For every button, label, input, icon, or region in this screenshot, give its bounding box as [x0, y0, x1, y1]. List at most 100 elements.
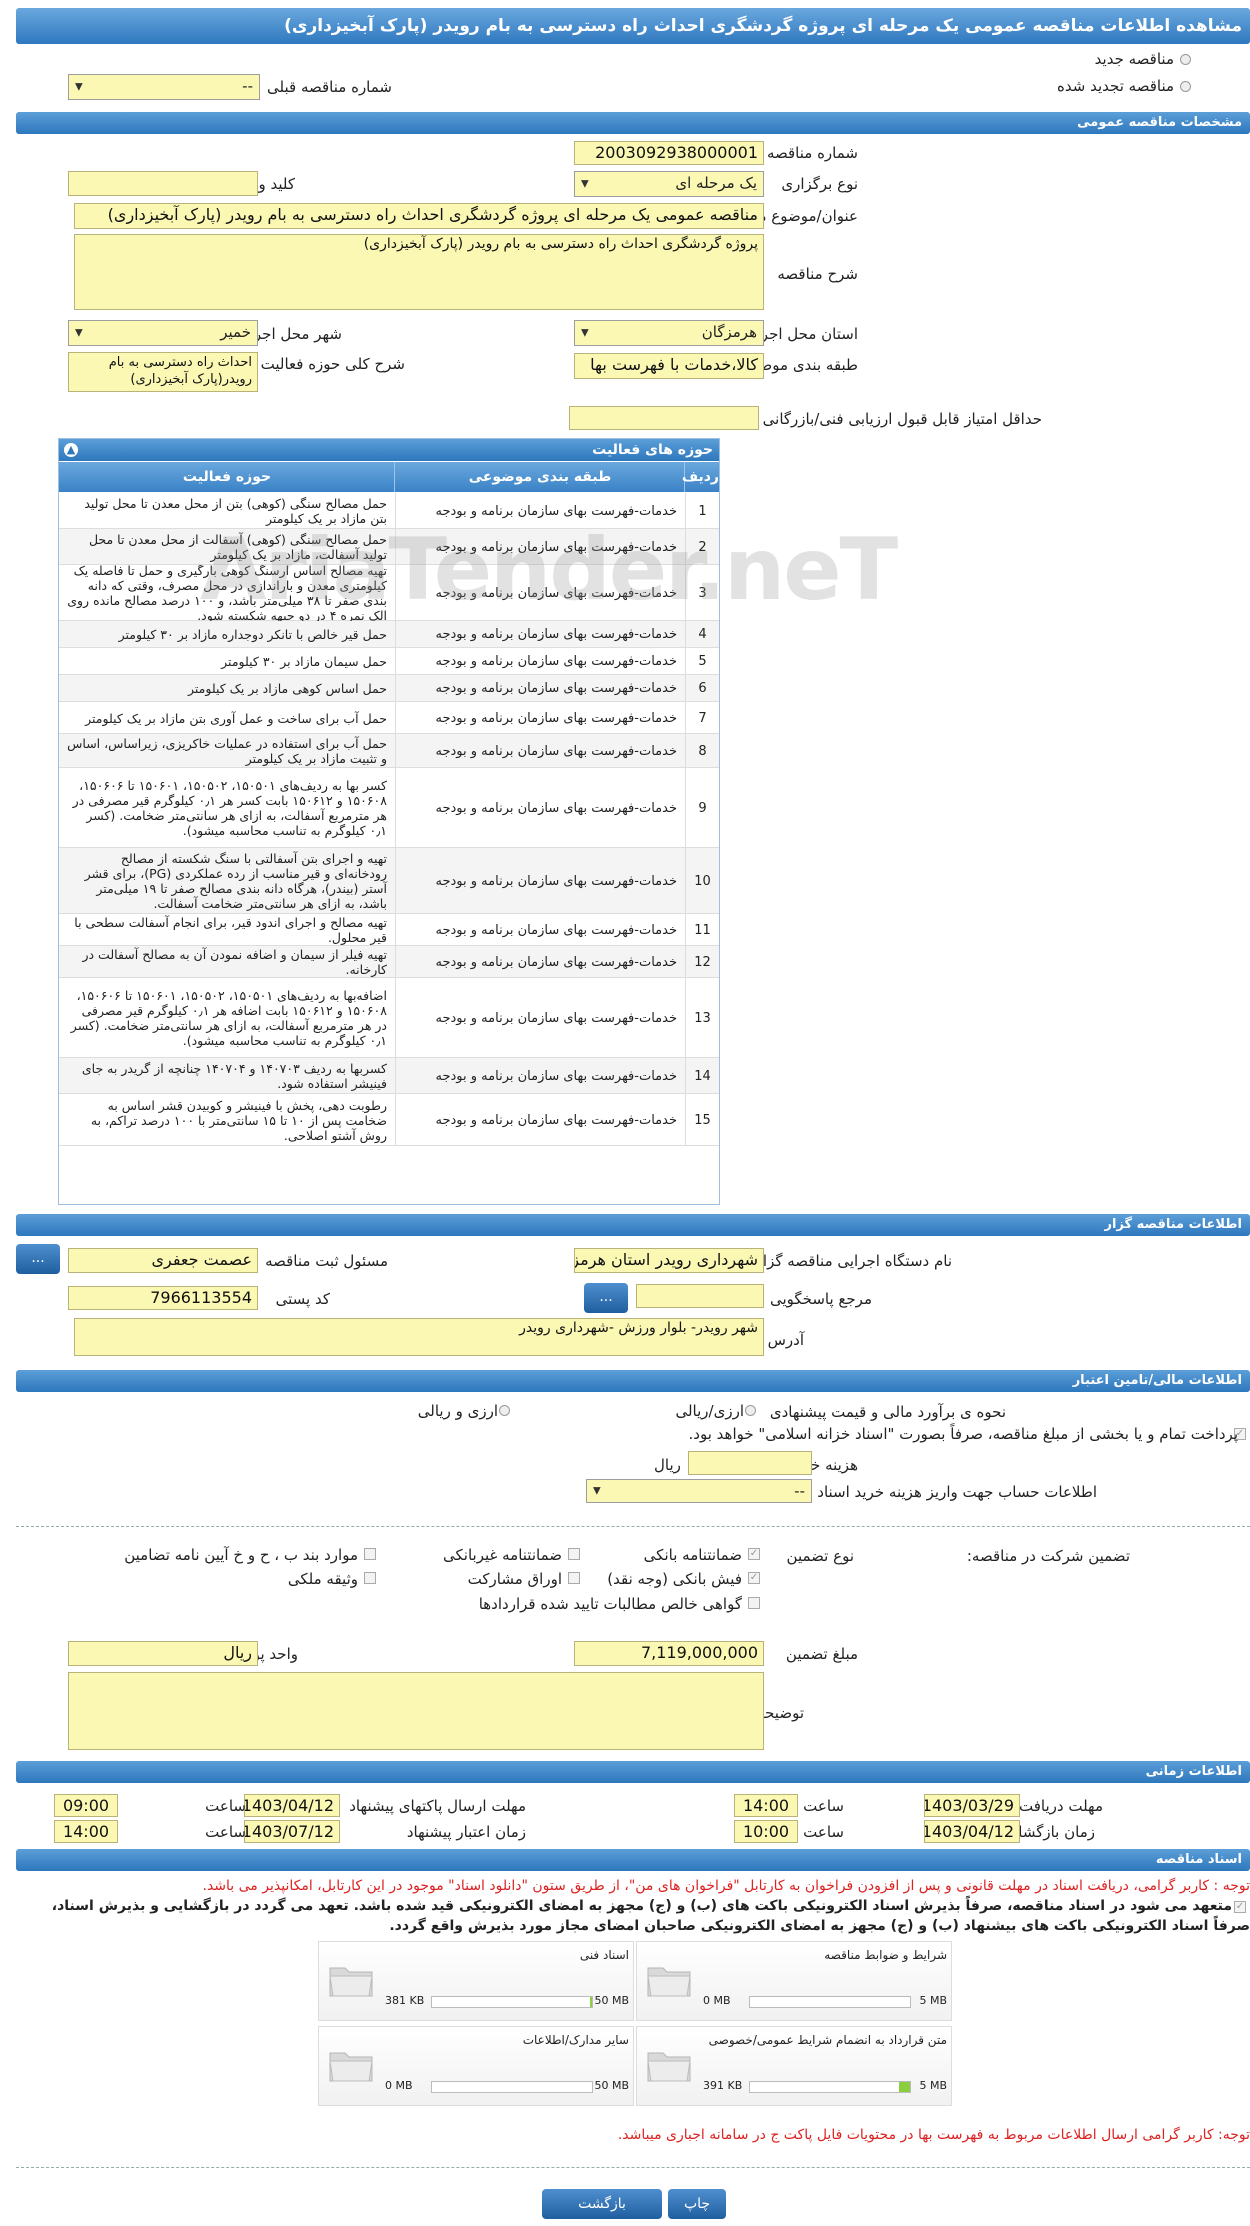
back-button[interactable]: بازگشت — [542, 2189, 662, 2219]
activities-title: حوزه های فعالیت — [59, 439, 719, 461]
print-button[interactable]: چاپ — [668, 2189, 726, 2219]
opening-time[interactable]: 10:00 — [734, 1820, 798, 1843]
document-progress — [431, 2081, 593, 2093]
bank-guarantee-checkbox[interactable]: ✓ — [748, 1548, 760, 1560]
subject-field[interactable]: مناقصه عمومی یک مرحله ای پروژه گردشگری ا… — [74, 203, 764, 229]
guarantee-amount-field[interactable]: 7,119,000,000 — [574, 1641, 764, 1666]
document-name: سایر مدارک/اطلاعات — [522, 2033, 629, 2047]
bank-receipt-checkbox[interactable]: ✓ — [748, 1572, 760, 1584]
category-field[interactable]: کالا،خدمات با فهرست بها — [574, 353, 764, 379]
document-used-size: 0 MB — [703, 1994, 731, 2007]
row-category: خدمات-فهرست بهای سازمان برنامه و بودجه — [395, 768, 685, 848]
doc-deadline-time-label: ساعت — [803, 1797, 844, 1815]
clause-label: موارد بند ب ، ح و خ آیین نامه تضامین — [124, 1546, 358, 1564]
row-activity: حمل آب برای ساخت و عمل آوری بتن مازاد بر… — [85, 710, 387, 726]
tender-number-field[interactable]: 2003092938000001 — [574, 141, 764, 165]
organizer-section-header: اطلاعات مناقصه گزار — [16, 1214, 1250, 1236]
scope-field[interactable]: احداث راه دسترسی به بام رویدر(پارک آبخیز… — [68, 352, 258, 392]
chevron-down-icon: ▼ — [75, 81, 83, 93]
org-name-field[interactable]: شهرداری رویدر استان هرمزگان — [574, 1248, 764, 1273]
table-row: 6 خدمات-فهرست بهای سازمان برنامه و بودجه ح… — [59, 675, 719, 702]
page-title: مشاهده اطلاعات مناقصه عمومی یک مرحله ای … — [16, 8, 1250, 44]
responsible-field[interactable]: عصمت جعفری — [68, 1248, 258, 1273]
doc-fee-field[interactable]: ریال — [688, 1451, 812, 1475]
tender-type-select[interactable]: یک مرحله ای ▼ — [574, 171, 764, 197]
send-deadline-time[interactable]: 09:00 — [54, 1794, 118, 1817]
row-number: 15 — [685, 1094, 719, 1146]
row-activity: حمل اساس کوهی مازاد بر یک کیلومتر — [188, 681, 387, 696]
bonds-checkbox[interactable] — [568, 1572, 580, 1584]
document-slot[interactable]: شرایط و ضوابط مناقصه 5 MB 0 MB — [636, 1941, 952, 2021]
folder-icon — [329, 2052, 373, 2082]
table-row: 5 خدمات-فهرست بهای سازمان برنامه و بودجه ح… — [59, 648, 719, 675]
validity-time[interactable]: 14:00 — [54, 1820, 118, 1843]
rial-currency-radio[interactable] — [745, 1405, 756, 1416]
account-select[interactable]: -- ▼ — [586, 1479, 812, 1503]
nonbank-guarantee-checkbox[interactable] — [568, 1548, 580, 1560]
document-slot[interactable]: اسناد فنی 50 MB 381 KB — [318, 1941, 634, 2021]
row-category: خدمات-فهرست بهای سازمان برنامه و بودجه — [395, 702, 685, 734]
commitment-checkbox[interactable]: ✓ — [1234, 1901, 1246, 1913]
row-number: 8 — [685, 734, 719, 768]
reference-lookup-button[interactable]: ... — [584, 1283, 628, 1313]
currency-field[interactable]: ریال — [68, 1641, 258, 1666]
responsible-lookup-button[interactable]: ... — [16, 1244, 60, 1274]
document-max-size: 5 MB — [919, 2079, 947, 2092]
renewed-tender-radio[interactable] — [1180, 81, 1191, 92]
document-name: شرایط و ضوابط مناقصه — [824, 1948, 947, 1962]
row-number: 14 — [685, 1058, 719, 1094]
property-checkbox[interactable] — [364, 1572, 376, 1584]
notes-field[interactable] — [68, 1672, 764, 1750]
general-section-header: مشخصات مناقصه عمومی — [16, 112, 1250, 134]
timing-section-header: اطلاعات زمانی — [16, 1761, 1250, 1783]
city-select[interactable]: خمیر ▼ — [68, 320, 258, 346]
city-label: شهر محل اجرا — [249, 325, 342, 343]
row-category: خدمات-فهرست بهای سازمان برنامه و بودجه — [395, 675, 685, 702]
new-tender-radio[interactable] — [1180, 54, 1191, 65]
min-score-field[interactable] — [569, 406, 759, 430]
row-category: خدمات-فهرست بهای سازمان برنامه و بودجه — [395, 734, 685, 768]
doc-deadline-time[interactable]: 14:00 — [734, 1794, 798, 1817]
guarantee-title: تضمین شرکت در مناقصه: — [966, 1547, 1130, 1565]
send-deadline-date[interactable]: 1403/04/12 — [244, 1794, 340, 1817]
row-activity: حمل سیمان مازاد بر ۳۰ کیلومتر — [221, 654, 387, 669]
document-slot[interactable]: متن قرارداد به انضمام شرایط عمومی/خصوصی 5… — [636, 2026, 952, 2106]
guarantee-amount-label: مبلغ تضمین — [785, 1645, 858, 1663]
clause-checkbox[interactable] — [364, 1548, 376, 1560]
document-progress-fill — [898, 2082, 910, 2092]
document-progress — [749, 2081, 911, 2093]
price-list-notice: توجه: کاربر گرامی ارسال اطلاعات مربوط به… — [617, 2127, 1250, 2143]
min-score-label: حداقل امتیاز قابل قبول ارزیابی فنی/بازرگ… — [762, 410, 1042, 428]
row-number: 6 — [685, 675, 719, 702]
table-row: 12 خدمات-فهرست بهای سازمان برنامه و بودجه… — [59, 946, 719, 978]
keyword-field[interactable] — [68, 171, 258, 196]
validity-date[interactable]: 1403/07/12 — [244, 1820, 340, 1843]
rial-currency-label: ارزی/ریالی — [675, 1402, 744, 1420]
address-field[interactable]: شهر رویدر- بلوار ورزش -شهرداری رویدر — [74, 1318, 764, 1356]
row-activity: اضافه‌بها به ردیف‌های ۱۵۰۵۰۱، ۱۵۰۵۰۲، ۱۵… — [70, 988, 387, 1048]
property-label: وثیقه ملکی — [287, 1570, 358, 1588]
opening-date[interactable]: 1403/04/12 — [924, 1820, 1020, 1843]
doc-deadline-date[interactable]: 1403/03/29 — [924, 1794, 1020, 1817]
description-field[interactable]: پروژه گردشگری احداث راه دسترسی به بام رو… — [74, 234, 764, 310]
col-category-header: طبقه بندی موضوعی — [394, 462, 685, 492]
document-slot[interactable]: سایر مدارک/اطلاعات 50 MB 0 MB — [318, 2026, 634, 2106]
document-max-size: 5 MB — [919, 1994, 947, 2007]
document-name: اسناد فنی — [579, 1948, 629, 1962]
document-progress — [431, 1996, 593, 2008]
org-name-label: نام دستگاه اجرایی مناقصه گزار — [755, 1252, 952, 1270]
prev-number-select[interactable]: -- ▼ — [68, 74, 260, 100]
receivables-checkbox[interactable] — [748, 1597, 760, 1609]
watermark-logo: AriaTender.neT — [200, 520, 898, 620]
document-used-size: 391 KB — [703, 2079, 743, 2092]
row-activity: تهیه مصالح و اجرای اندود قیر، برای انجام… — [74, 915, 387, 945]
commitment-text-2: صرفاً اسناد الکترونیکی باکت های بیشنهاد … — [389, 1918, 1250, 1934]
row-activity: تهیه و اجرای بتن آسفالتی با سنگ شکسته از… — [84, 851, 387, 911]
collapse-icon[interactable]: ▲ — [64, 443, 78, 457]
province-select[interactable]: هرمزگان ▼ — [574, 320, 764, 346]
send-deadline-time-label: ساعت — [205, 1797, 246, 1815]
reference-field[interactable] — [636, 1284, 764, 1308]
province-label: استان محل اجرا — [756, 325, 858, 343]
postal-code-field[interactable]: 7966113554 — [68, 1286, 258, 1310]
currency-and-rial-radio[interactable] — [499, 1405, 510, 1416]
